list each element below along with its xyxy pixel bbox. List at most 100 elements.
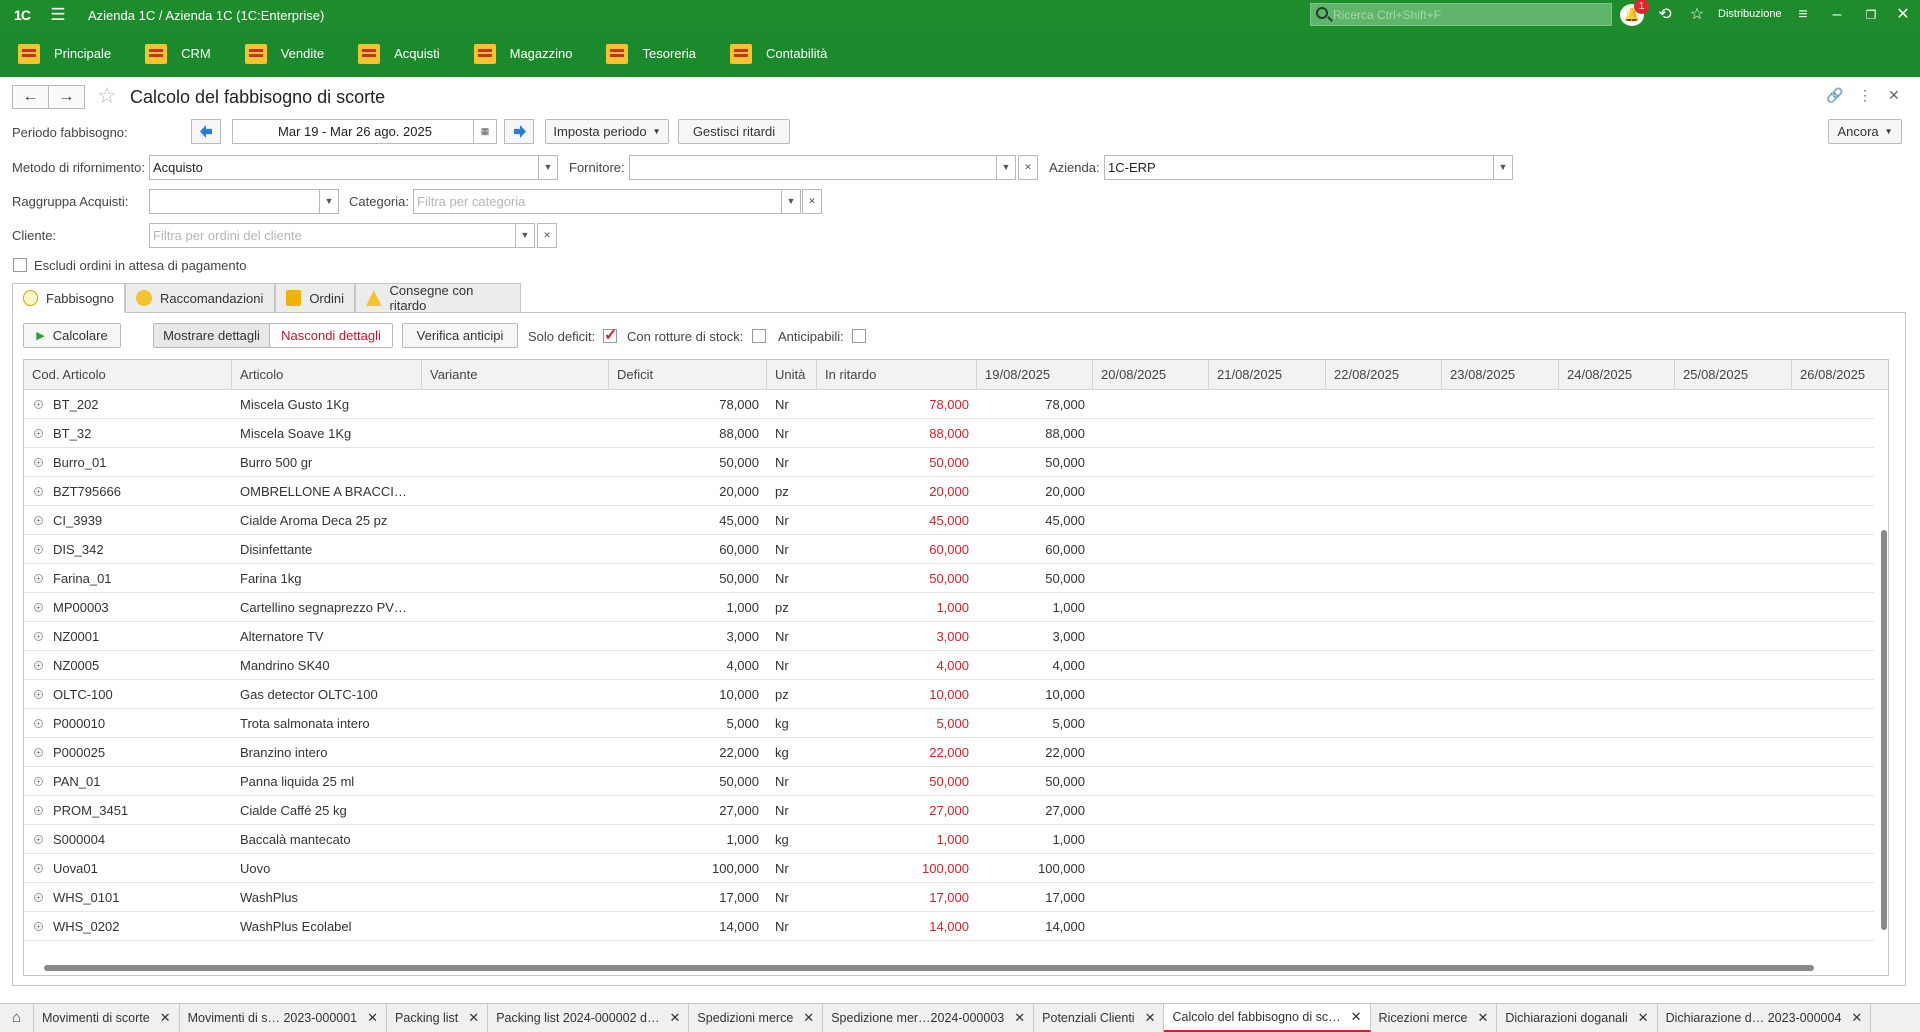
link-icon[interactable]: 🔗: [1826, 87, 1843, 104]
tab-consegne-ritardo[interactable]: Consegne con ritardo: [355, 283, 521, 313]
table-row[interactable]: + NZ0005 Mandrino SK40 4,000 Nr 4,000 4,000: [24, 651, 1874, 680]
prev-period-button[interactable]: [191, 119, 221, 144]
window-tab[interactable]: Dichiarazione d… 2023-000004 ✕: [1658, 1004, 1872, 1032]
column-header[interactable]: 23/08/2025: [1442, 360, 1559, 390]
favorite-star-icon[interactable]: ☆: [97, 83, 117, 109]
calculate-button[interactable]: ▶ Calcolare: [23, 323, 121, 348]
expand-row-icon[interactable]: +: [34, 835, 43, 844]
close-tab-icon[interactable]: ✕: [160, 1010, 171, 1026]
table-row[interactable]: + OLTC-100 Gas detector OLTC-100 10,000 pz 10…: [24, 680, 1874, 709]
close-tab-icon[interactable]: ✕: [367, 1010, 378, 1026]
column-header[interactable]: Unità: [767, 360, 817, 390]
stockouts-checkbox[interactable]: [752, 329, 766, 343]
notifications-icon[interactable]: 🔔 1: [1620, 0, 1649, 26]
expand-row-icon[interactable]: +: [34, 400, 43, 409]
window-tab[interactable]: Ricezioni merce ✕: [1371, 1004, 1498, 1032]
close-tab-icon[interactable]: ✕: [1351, 1009, 1362, 1025]
table-row[interactable]: + PROM_3451 Cialde Caffé 25 kg 27,000 Nr 27,0…: [24, 796, 1874, 825]
close-tab-icon[interactable]: ✕: [1014, 1010, 1025, 1026]
window-tab[interactable]: Movimenti di s… 2023-000001 ✕: [180, 1004, 388, 1032]
column-header[interactable]: Articolo: [232, 360, 422, 390]
expand-row-icon[interactable]: +: [34, 603, 43, 612]
column-header[interactable]: 25/08/2025: [1675, 360, 1792, 390]
close-tab-icon[interactable]: ✕: [1638, 1010, 1649, 1026]
window-tab[interactable]: Movimenti di scorte ✕: [34, 1004, 180, 1032]
column-header[interactable]: 22/08/2025: [1326, 360, 1442, 390]
column-header[interactable]: Variante: [422, 360, 609, 390]
expand-row-icon[interactable]: +: [34, 574, 43, 583]
column-header[interactable]: 19/08/2025: [977, 360, 1093, 390]
more-options-icon[interactable]: ⋮: [1858, 87, 1872, 104]
section-vendite[interactable]: Vendite: [244, 43, 324, 64]
advances-checkbox[interactable]: [852, 329, 866, 343]
column-header[interactable]: 26/08/2025: [1792, 360, 1888, 390]
expand-row-icon[interactable]: +: [34, 516, 43, 525]
window-tab[interactable]: Packing list ✕: [387, 1004, 489, 1032]
close-window-icon[interactable]: ✕: [1892, 4, 1914, 26]
table-row[interactable]: + BT_32 Miscela Soave 1Kg 88,000 Nr 88,000 88,…: [24, 419, 1874, 448]
user-name[interactable]: Distribuzione: [1718, 8, 1782, 20]
table-row[interactable]: + BZT795666 OMBRELLONE A BRACCI… 20,000 pz 20…: [24, 477, 1874, 506]
forward-button[interactable]: →: [48, 85, 85, 109]
chevron-down-icon[interactable]: ▼: [996, 155, 1016, 180]
hide-details-button[interactable]: Nascondi dettagli: [269, 323, 393, 348]
section-acquisti[interactable]: Acquisti: [358, 43, 440, 64]
expand-row-icon[interactable]: +: [34, 893, 43, 902]
restore-icon[interactable]: ❐: [1860, 4, 1882, 26]
expand-row-icon[interactable]: +: [34, 922, 43, 931]
only-deficit-checkbox[interactable]: [603, 325, 617, 345]
table-row[interactable]: + WHS_0202 WashPlus Ecolabel 14,000 Nr 14,000…: [24, 912, 1874, 941]
window-tab[interactable]: Calcolo del fabbisogno di sc… ✕: [1164, 1004, 1371, 1032]
expand-row-icon[interactable]: +: [34, 458, 43, 467]
window-tab[interactable]: Dichiarazioni doganali ✕: [1497, 1004, 1658, 1032]
table-row[interactable]: + NZ0001 Alternatore TV 3,000 Nr 3,000 3,000: [24, 622, 1874, 651]
expand-row-icon[interactable]: +: [34, 661, 43, 670]
table-row[interactable]: + P000025 Branzino intero 22,000 kg 22,000 22,…: [24, 738, 1874, 767]
close-tab-icon[interactable]: ✕: [1851, 1010, 1862, 1026]
column-header[interactable]: 21/08/2025: [1209, 360, 1326, 390]
chevron-down-icon[interactable]: ▼: [1493, 155, 1513, 180]
customer-field[interactable]: Filtra per ordini del cliente: [149, 223, 517, 248]
check-advances-button[interactable]: Verifica anticipi: [402, 323, 518, 348]
tab-fabbisogno[interactable]: Fabbisogno: [12, 283, 125, 313]
close-tab-icon[interactable]: ✕: [803, 1010, 814, 1026]
expand-row-icon[interactable]: +: [34, 864, 43, 873]
window-tab[interactable]: Potenziali Clienti ✕: [1034, 1004, 1165, 1032]
horizontal-scroll-thumb[interactable]: [44, 965, 1814, 971]
group-field[interactable]: [149, 189, 321, 214]
clear-icon[interactable]: ✕: [1018, 155, 1038, 180]
expand-row-icon[interactable]: +: [34, 748, 43, 757]
table-row[interactable]: + BT_202 Miscela Gusto 1Kg 78,000 Nr 78,000 78…: [24, 390, 1874, 419]
minimize-icon[interactable]: –: [1826, 4, 1848, 26]
column-header[interactable]: In ritardo: [817, 360, 977, 390]
table-row[interactable]: + MP00003 Cartellino segnaprezzo PV… 1,000 p…: [24, 593, 1874, 622]
chevron-down-icon[interactable]: ▼: [538, 155, 558, 180]
show-details-button[interactable]: Mostrare dettagli: [153, 323, 270, 348]
column-header[interactable]: 20/08/2025: [1093, 360, 1209, 390]
chevron-down-icon[interactable]: ▼: [781, 189, 801, 214]
column-header[interactable]: 24/08/2025: [1559, 360, 1675, 390]
chevron-down-icon[interactable]: ▼: [515, 223, 535, 248]
close-tab-icon[interactable]: ✕: [670, 1010, 681, 1026]
section-crm[interactable]: CRM: [145, 43, 211, 64]
clear-icon[interactable]: ✕: [802, 189, 822, 214]
more-button[interactable]: Ancora ▼: [1828, 119, 1902, 144]
expand-row-icon[interactable]: +: [34, 545, 43, 554]
method-field[interactable]: Acquisto: [149, 155, 540, 180]
table-row[interactable]: + P000010 Trota salmonata intero 5,000 kg 5,0…: [24, 709, 1874, 738]
table-row[interactable]: + Burro_01 Burro 500 gr 50,000 Nr 50,000 50,00…: [24, 448, 1874, 477]
vertical-scrollbar[interactable]: [1880, 390, 1888, 950]
close-form-icon[interactable]: ✕: [1888, 87, 1900, 104]
history-icon[interactable]: ⟲: [1654, 4, 1676, 26]
table-row[interactable]: + PAN_01 Panna liquida 25 ml 50,000 Nr 50,000…: [24, 767, 1874, 796]
table-row[interactable]: + Uova01 Uovo 100,000 Nr 100,000 100,000: [24, 854, 1874, 883]
expand-row-icon[interactable]: +: [34, 777, 43, 786]
tab-raccomandazioni[interactable]: Raccomandazioni: [125, 283, 275, 313]
section-principale[interactable]: Principale: [18, 43, 111, 64]
set-period-button[interactable]: Imposta periodo ▼: [545, 119, 669, 144]
expand-row-icon[interactable]: +: [34, 429, 43, 438]
close-tab-icon[interactable]: ✕: [1145, 1010, 1156, 1026]
exclude-orders-checkbox[interactable]: [13, 258, 27, 272]
section-tesoreria[interactable]: Tesoreria: [606, 43, 696, 64]
tab-ordini[interactable]: Ordini: [275, 283, 355, 313]
